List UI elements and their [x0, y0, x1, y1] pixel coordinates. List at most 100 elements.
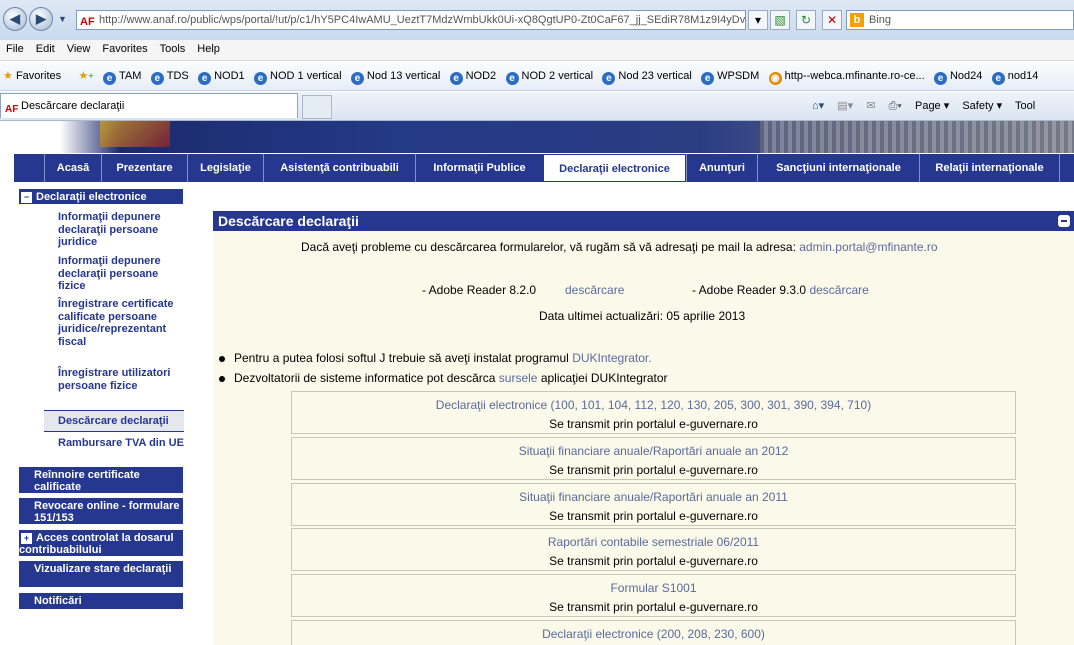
ie-page-icon: e	[449, 72, 463, 85]
dukintegrator-link[interactable]: DUKIntegrator.	[572, 351, 651, 365]
fav-link-nod14[interactable]: e nod14	[991, 62, 1038, 90]
form-title-link[interactable]: Declaraţii electronice (100, 101, 104, 1…	[292, 397, 1015, 413]
sidebar-section-revocare[interactable]: Revocare online - formulare 151/153	[19, 498, 183, 524]
sidebar-item-inregistrare-utilizatori[interactable]: Înregistrare utilizatori persoane fizice	[58, 367, 186, 392]
bullet2-text: Dezvoltatorii de sisteme informatice pot…	[234, 371, 668, 385]
form-subtitle: Se transmit prin portalul e-guvernare.ro	[549, 600, 758, 614]
fav-link-nod24[interactable]: e Nod24	[933, 62, 982, 90]
sidebar-section-acces-controlat[interactable]: + Acces controlat la dosarul contribuabil…	[19, 530, 183, 556]
menu-bar: File Edit View Favorites Tools Help	[0, 40, 1074, 61]
sidebar-head-declaratii-electronice[interactable]: − Declaraţii electronice	[19, 189, 183, 204]
bullet2-label-a: Dezvoltatorii de sisteme informatice pot…	[234, 371, 496, 385]
sidebar-section-notificari[interactable]: Notificări	[19, 593, 183, 609]
fav-link-nod23-vertical[interactable]: e Nod 23 vertical	[602, 62, 692, 90]
update-date: 05 aprilie 2013	[666, 309, 746, 323]
print-icon[interactable]: ⎙▾	[889, 100, 902, 112]
fav-link-nod1-vertical[interactable]: e NOD 1 vertical	[254, 62, 342, 90]
nav-informatii-publice[interactable]: Informaţii Publice	[415, 154, 543, 182]
ie-page-icon: e	[350, 72, 364, 85]
sidebar-item-informatii-pj[interactable]: Informaţii depunere declaraţii persoane …	[58, 211, 186, 249]
command-bar: ⌂▾ ▤▾ ✉ ⎙▾ Page ▾ Safety ▾ Tool	[812, 96, 1045, 116]
bullet1-text: Pentru a putea folosi softul J trebuie s…	[234, 351, 652, 365]
form-box: Declaraţii electronice (100, 101, 104, 1…	[291, 391, 1016, 434]
form-title-link[interactable]: Situaţii financiare anuale/Raportări anu…	[292, 443, 1015, 459]
back-button[interactable]: ◀	[3, 7, 27, 31]
compatibility-view-icon[interactable]: ▧	[770, 10, 790, 30]
form-subtitle: Se transmit prin portalul e-guvernare.ro	[549, 463, 758, 477]
minimize-icon[interactable]	[1058, 215, 1070, 227]
nav-relatii-internationale[interactable]: Relaţii internaţionale	[919, 154, 1059, 182]
nav-sanctiuni-internationale[interactable]: Sancţiuni internaţionale	[757, 154, 919, 182]
form-title-link[interactable]: Formular S1001	[292, 580, 1015, 596]
form-box: Formular S1001 Se transmit prin portalul…	[291, 574, 1016, 617]
form-title-link[interactable]: Raportări contabile semestriale 06/2011	[292, 534, 1015, 550]
search-input[interactable]: b Bing	[846, 10, 1074, 30]
collapse-icon[interactable]: −	[21, 192, 32, 203]
reader1-label: - Adobe Reader 8.2.0	[422, 283, 537, 297]
reader1-text: - Adobe Reader 8.2.0	[422, 283, 536, 297]
fav-link-wpsdm[interactable]: e WPSDM	[701, 62, 759, 90]
nav-anunturi[interactable]: Anunţuri	[686, 154, 757, 182]
expand-icon[interactable]: +	[21, 533, 32, 544]
nav-declaratii-electronice[interactable]: Declaraţii electronice	[543, 154, 686, 182]
form-title-link[interactable]: Situaţii financiare anuale/Raportări anu…	[292, 489, 1015, 505]
sidebar-section-reinnoire[interactable]: Reînnoire certificate calificate	[19, 467, 183, 493]
menu-view[interactable]: View	[61, 40, 97, 59]
nav-overflow[interactable]	[1059, 154, 1074, 182]
url-input[interactable]: AF http://www.anaf.ro/public/wps/portal/…	[76, 10, 746, 30]
favorites-button[interactable]: ★ Favorites	[3, 62, 61, 90]
sidebar-item-descarcare-declaratii[interactable]: Descărcare declaraţii	[58, 415, 186, 428]
ie-page-icon: e	[150, 72, 164, 85]
reader1-download-link[interactable]: descărcare	[565, 283, 624, 297]
stop-icon[interactable]: ✕	[822, 10, 842, 30]
browser-tab-active[interactable]: AF Descărcare declaraţii	[0, 93, 298, 118]
menu-help[interactable]: Help	[191, 40, 226, 59]
form-subtitle: Se transmit prin portalul e-guvernare.ro	[549, 417, 758, 431]
safety-menu[interactable]: Safety ▾	[962, 100, 1002, 112]
reader2-download-link[interactable]: descărcare	[809, 283, 868, 297]
menu-file[interactable]: File	[0, 40, 30, 59]
ie-page-icon: e	[991, 72, 1005, 85]
refresh-icon[interactable]: ↻	[796, 10, 816, 30]
page-menu[interactable]: Page ▾	[915, 100, 949, 112]
sidebar-section-vizualizare[interactable]: Vizualizare stare declaraţii	[19, 561, 183, 587]
home-icon[interactable]: ⌂▾	[812, 100, 824, 112]
sidebar-item-informatii-pf[interactable]: Informaţii depunere declaraţii persoane …	[58, 255, 186, 293]
sidebar-item-rambursare-tva[interactable]: Rambursare TVA din UE	[58, 437, 186, 450]
forward-button[interactable]: ▶	[29, 7, 53, 31]
nav-legislatie[interactable]: Legislaţie	[187, 154, 263, 182]
sidebar-item-inregistrare-certificate[interactable]: Înregistrare certificate calificate pers…	[58, 298, 186, 348]
fav-link-tam[interactable]: e TAM	[103, 62, 141, 90]
ie-page-icon: e	[933, 72, 947, 85]
history-dropdown-icon[interactable]: ▼	[58, 14, 67, 24]
sidebar-section-label: Acces controlat la dosarul contribuabilu…	[19, 532, 174, 556]
fav-link-nod13-vertical[interactable]: e Nod 13 vertical	[350, 62, 440, 90]
sursele-link[interactable]: sursele	[499, 371, 538, 385]
fav-link-tds[interactable]: e TDS	[150, 62, 189, 90]
menu-tools[interactable]: Tools	[154, 40, 192, 59]
fav-link-webca[interactable]: ◉ http--webca.mfinante.ro-ce...	[768, 62, 925, 90]
fav-link-nod1[interactable]: e NOD1	[198, 62, 245, 90]
site-favicon-icon: AF	[5, 104, 19, 115]
sidebar-head-label: Declaraţii electronice	[36, 191, 147, 203]
tools-menu[interactable]: Tool	[1015, 100, 1035, 112]
site-favicon-icon: AF	[80, 16, 95, 28]
ie-page-icon: e	[602, 72, 616, 85]
nav-asistenta-contribuabili[interactable]: Asistenţă contribuabili	[263, 154, 415, 182]
menu-favorites[interactable]: Favorites	[96, 40, 153, 59]
menu-edit[interactable]: Edit	[30, 40, 61, 59]
fav-link-nod2-vertical[interactable]: e NOD 2 vertical	[505, 62, 593, 90]
email-link[interactable]: admin.portal@mfinante.ro	[799, 240, 937, 254]
url-dropdown-icon[interactable]: ▾	[748, 10, 768, 30]
nav-prezentare[interactable]: Prezentare	[101, 154, 187, 182]
feeds-icon[interactable]: ▤▾	[837, 100, 853, 112]
form-title-link[interactable]: Declaraţii electronice (200, 208, 230, 6…	[292, 626, 1015, 642]
url-text: http://www.anaf.ro/public/wps/portal/!ut…	[99, 14, 746, 26]
new-tab-button[interactable]	[302, 95, 332, 119]
mail-icon[interactable]: ✉	[866, 100, 875, 112]
fav-link-nod2[interactable]: e NOD2	[449, 62, 496, 90]
add-favorite-icon[interactable]: ★+	[79, 62, 94, 90]
bullet-icon	[219, 356, 225, 362]
page-title: Descărcare declaraţii	[218, 213, 359, 229]
nav-acasa[interactable]: Acasă	[44, 154, 101, 182]
